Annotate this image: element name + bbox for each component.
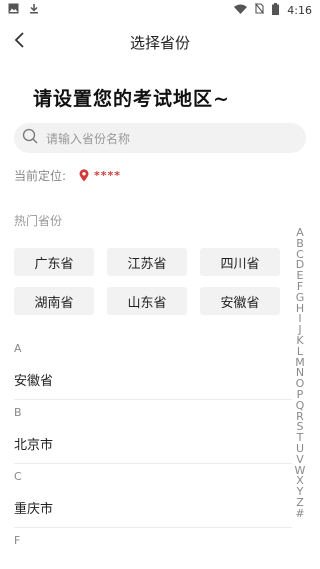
section-header: C — [14, 469, 22, 483]
wifi-icon — [234, 4, 248, 17]
hot-province-button[interactable]: 广东省 — [14, 248, 94, 276]
search-input[interactable]: 请输入省份名称 — [14, 123, 306, 153]
download-icon — [29, 3, 39, 17]
hot-province-button[interactable]: 湖南省 — [14, 287, 94, 315]
search-icon — [22, 128, 38, 148]
hot-province-button[interactable]: 山东省 — [107, 287, 187, 315]
province-item[interactable]: 重庆市 — [14, 488, 292, 528]
location-value[interactable]: **** — [94, 169, 121, 182]
province-list: A 安徽省 B 北京市 C 重庆市 F — [0, 336, 292, 552]
top-nav-bar: 选择省份 — [0, 20, 320, 64]
section-header: A — [14, 341, 22, 355]
hot-provinces-title: 热门省份 — [14, 214, 63, 228]
province-item[interactable]: 安徽省 — [14, 360, 292, 400]
hot-province-button[interactable]: 江苏省 — [107, 248, 187, 276]
status-bar: 4:16 — [0, 0, 320, 20]
index-letter[interactable]: # — [295, 508, 304, 520]
hot-province-button[interactable]: 安徽省 — [200, 287, 280, 315]
chevron-left-icon — [14, 32, 26, 52]
location-label: 当前定位: — [14, 168, 67, 183]
battery-icon — [272, 2, 280, 18]
region-heading: 请设置您的考试地区~ — [33, 88, 230, 110]
section-header: F — [14, 533, 21, 547]
page-title: 选择省份 — [129, 33, 190, 52]
image-icon — [8, 3, 19, 17]
location-pin-icon — [79, 168, 89, 182]
section-header: B — [14, 405, 22, 419]
search-placeholder: 请输入省份名称 — [46, 131, 131, 146]
no-sim-icon — [255, 3, 265, 17]
current-location: 当前定位: **** — [14, 166, 121, 184]
status-time: 4:16 — [287, 3, 312, 17]
back-button[interactable] — [6, 28, 34, 56]
alphabet-index-bar[interactable]: A B C D E F G H I J K L M N O P Q R S T U V W X Y Z # — [293, 227, 307, 520]
province-item[interactable]: 北京市 — [14, 424, 292, 464]
hot-province-button[interactable]: 四川省 — [200, 248, 280, 276]
